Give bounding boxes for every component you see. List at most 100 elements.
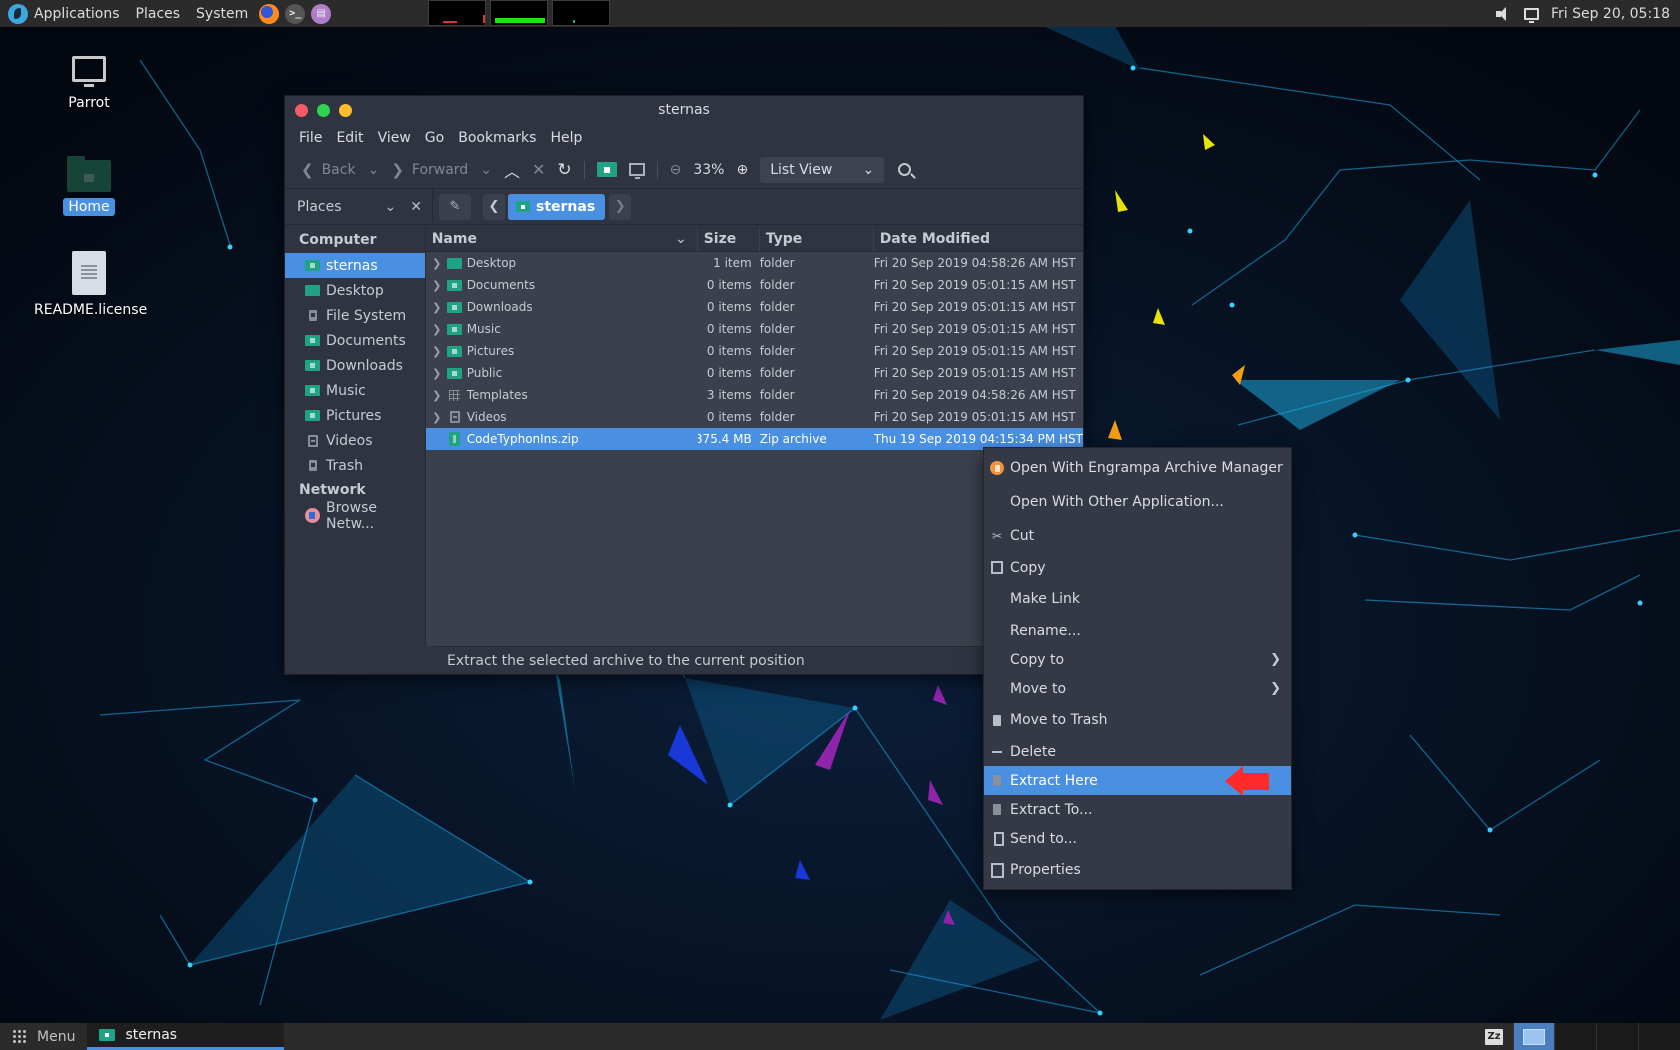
maximize-window-button[interactable] — [317, 103, 330, 117]
menu-item-delete[interactable]: Delete — [984, 737, 1291, 766]
applications-menu[interactable]: Applications — [34, 0, 128, 27]
breadcrumb-scroll-right[interactable]: ❯ — [609, 193, 632, 220]
system-menu[interactable]: System — [188, 0, 256, 27]
breadcrumb-sternas[interactable]: sternas — [508, 193, 606, 220]
file-row[interactable]: ❯ Templates 3 items folder Fri 20 Sep 2019 0… — [426, 384, 1083, 406]
sidebar-mode-label[interactable]: Places — [297, 199, 342, 215]
text-editor-icon[interactable]: ▤ — [311, 3, 332, 24]
sidebar-item-downloads[interactable]: Downloads — [285, 353, 425, 378]
sidebar-item-pictures[interactable]: Pictures — [285, 403, 425, 428]
file-name-cell: ❯ Desktop — [426, 256, 698, 270]
desktop-icon-home[interactable]: Home — [29, 156, 149, 216]
taskbar-item-label: sternas — [125, 1027, 178, 1043]
computer-button[interactable] — [623, 155, 651, 185]
display-icon[interactable] — [1523, 7, 1539, 23]
menu-item-extract-here[interactable]: Extract Here — [984, 765, 1291, 796]
file-row[interactable]: ❯ Downloads 0 items folder Fri 20 Sep 2019 0… — [426, 296, 1083, 318]
volume-icon[interactable] — [1495, 6, 1512, 21]
home-button[interactable] — [591, 155, 623, 185]
file-row[interactable]: ❯ Pictures 0 items folder Fri 20 Sep 2019 05… — [426, 340, 1083, 362]
back-history-dropdown[interactable]: ⌄ — [362, 155, 386, 185]
sleep-inhibit-icon[interactable]: Zz — [1485, 1028, 1503, 1045]
file-row[interactable]: ❯ Documents 0 items folder Fri 20 Sep 2019 0… — [426, 274, 1083, 296]
workspace-3[interactable] — [1596, 1023, 1638, 1050]
minimize-window-button[interactable] — [339, 103, 352, 117]
firefox-icon[interactable] — [259, 3, 280, 24]
sidebar-item-browse-network[interactable]: Browse Netw... — [285, 500, 425, 532]
places-menu[interactable]: Places — [128, 0, 189, 27]
desktop-icon-readme[interactable]: README.license — [29, 251, 149, 319]
menu-item-send-to[interactable]: Send to... — [984, 824, 1291, 853]
expand-chevron-icon[interactable]: ❯ — [432, 367, 442, 380]
column-header-type[interactable]: Type — [760, 225, 874, 252]
expand-chevron-icon[interactable]: ❯ — [432, 411, 442, 424]
window-titlebar[interactable]: sternas — [285, 96, 1083, 124]
sidebar-item-music[interactable]: Music — [285, 378, 425, 403]
menu-file[interactable]: File — [293, 127, 328, 149]
file-row[interactable]: ❯ Desktop 1 item folder Fri 20 Sep 2019 04:5… — [426, 252, 1083, 274]
expand-chevron-icon[interactable]: ❯ — [432, 345, 442, 358]
stop-button[interactable]: ✕ — [526, 155, 551, 185]
documents-folder-icon — [446, 279, 462, 291]
menu-item-copy[interactable]: Copy — [984, 553, 1291, 582]
reload-button[interactable]: ↻ — [551, 155, 577, 185]
close-sidebar-button[interactable]: ✕ — [410, 199, 422, 215]
workspace-1[interactable] — [1513, 1023, 1554, 1050]
close-window-button[interactable] — [295, 103, 308, 117]
search-icon[interactable] — [898, 163, 912, 176]
column-header-date-modified[interactable]: Date Modified — [874, 226, 1083, 252]
workspace-2[interactable] — [1554, 1023, 1596, 1050]
breadcrumb-label: sternas — [536, 198, 596, 215]
menu-item-rename[interactable]: Rename... — [984, 616, 1291, 645]
expand-chevron-icon[interactable]: ❯ — [432, 301, 442, 314]
trash-icon — [309, 460, 317, 471]
terminal-icon[interactable]: >_ — [285, 3, 306, 24]
back-button[interactable]: ❮ Back — [295, 155, 362, 185]
menu-help[interactable]: Help — [544, 127, 588, 149]
forward-history-dropdown[interactable]: ⌄ — [474, 155, 498, 185]
forward-button[interactable]: ❯ Forward — [385, 155, 474, 185]
parrot-logo-icon[interactable] — [8, 3, 28, 24]
sidebar-mode-dropdown[interactable]: ⌄ — [385, 199, 397, 215]
clock[interactable]: Fri Sep 20, 05:18 — [1551, 6, 1670, 22]
menu-bookmarks[interactable]: Bookmarks — [452, 127, 542, 149]
file-row[interactable]: ❯ Videos 0 items folder Fri 20 Sep 2019 05:0… — [426, 406, 1083, 428]
menu-item-extract-to[interactable]: Extract To... — [984, 795, 1291, 824]
file-row[interactable]: ❯ Music 0 items folder Fri 20 Sep 2019 05:01… — [426, 318, 1083, 340]
main-menu-button[interactable]: Menu — [0, 1023, 87, 1050]
sidebar-item-videos[interactable]: Videos — [285, 428, 425, 453]
taskbar-item-sternas[interactable]: sternas — [87, 1023, 285, 1050]
sidebar-item-documents[interactable]: Documents — [285, 328, 425, 353]
desktop-icon-parrot[interactable]: Parrot — [29, 56, 149, 112]
menu-go[interactable]: Go — [419, 127, 450, 149]
menu-item-cut[interactable]: ✂ Cut — [984, 519, 1291, 553]
menu-item-move-to[interactable]: Move to ❯ — [984, 674, 1291, 703]
column-header-size[interactable]: Size — [698, 225, 760, 252]
menu-item-copy-to[interactable]: Copy to ❯ — [984, 645, 1291, 674]
menu-item-open-with-engrampa-archive-manager[interactable]: Open With Engrampa Archive Manager — [984, 451, 1291, 485]
expand-chevron-icon[interactable]: ❯ — [432, 389, 442, 402]
expand-chevron-icon[interactable]: ❯ — [432, 323, 442, 336]
view-mode-select[interactable]: List View ⌄ — [760, 156, 885, 183]
expand-chevron-icon[interactable]: ❯ — [432, 257, 442, 270]
zoom-in-button[interactable]: ⊕ — [730, 155, 754, 185]
engrampa-icon — [990, 461, 1004, 475]
menu-item-properties[interactable]: Properties — [984, 853, 1291, 887]
column-header-name[interactable]: Name ⌄ — [426, 225, 698, 252]
menu-view[interactable]: View — [372, 127, 417, 149]
menu-item-make-link[interactable]: Make Link — [984, 582, 1291, 616]
expand-chevron-icon[interactable]: ❯ — [432, 279, 442, 292]
menu-edit[interactable]: Edit — [330, 127, 369, 149]
up-button[interactable]: ︿ — [498, 155, 526, 185]
menu-item-move-to-trash[interactable]: Move to Trash — [984, 703, 1291, 737]
zoom-out-button[interactable]: ⊖ — [664, 155, 688, 185]
sidebar-item-file-system[interactable]: File System — [285, 303, 425, 328]
sidebar-item-desktop[interactable]: Desktop — [285, 278, 425, 303]
breadcrumb-scroll-left[interactable]: ❮ — [483, 193, 505, 220]
sidebar-item-trash[interactable]: Trash — [285, 453, 425, 478]
sidebar-item-sternas[interactable]: sternas — [285, 253, 425, 278]
file-row[interactable]: ❯ Public 0 items folder Fri 20 Sep 2019 05:0… — [426, 362, 1083, 384]
edit-location-button[interactable]: ✎ — [439, 193, 471, 220]
menu-item-open-with-other-application[interactable]: Open With Other Application... — [984, 485, 1291, 519]
workspace-4[interactable] — [1638, 1023, 1680, 1050]
